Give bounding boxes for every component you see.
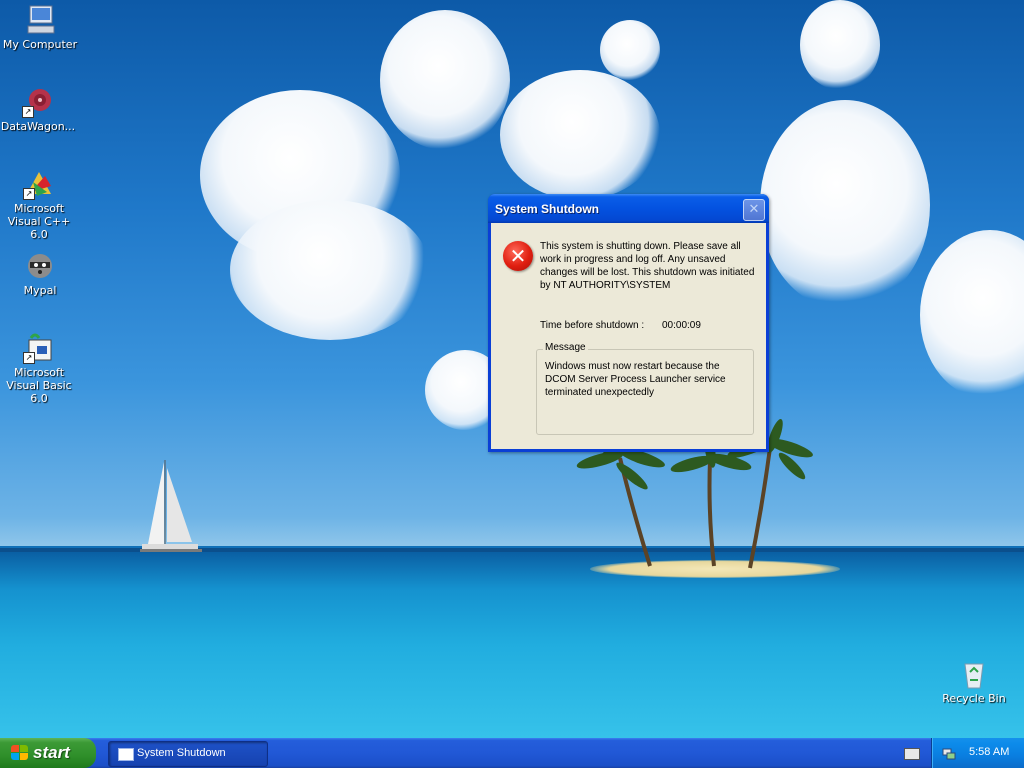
desktop-icon-label: Mypal bbox=[23, 284, 57, 297]
visual-cpp-icon: ↗ bbox=[23, 168, 55, 200]
my-computer-icon bbox=[24, 4, 56, 36]
desktop-icon-label: Recycle Bin bbox=[942, 692, 1006, 705]
wallpaper-cloud bbox=[600, 20, 660, 80]
desktop-icon-label: Microsoft Visual Basic 6.0 bbox=[6, 366, 72, 405]
sailboat-image bbox=[140, 460, 202, 552]
desktop-icon-recycle-bin[interactable]: Recycle Bin bbox=[934, 658, 1014, 705]
groupbox-message: Windows must now restart because the DCO… bbox=[545, 361, 726, 398]
desktop-icon-visual-basic[interactable]: ↗ Microsoft Visual Basic 6.0 bbox=[0, 332, 80, 405]
visual-basic-icon: ↗ bbox=[23, 332, 55, 364]
desktop-icon-visual-cpp[interactable]: ↗ Microsoft Visual C++ 6.0 bbox=[0, 168, 80, 241]
dialog-title: System Shutdown bbox=[495, 202, 600, 216]
close-icon: ✕ bbox=[748, 202, 760, 217]
keyboard-icon[interactable] bbox=[904, 748, 920, 760]
clock[interactable]: 5:58 AM bbox=[969, 746, 1009, 758]
wallpaper-cloud bbox=[380, 10, 510, 150]
mypal-raccoon-icon bbox=[24, 250, 56, 282]
desktop-icon-mypal[interactable]: Mypal bbox=[0, 250, 80, 297]
desktop-icon-label: Microsoft Visual C++ 6.0 bbox=[7, 202, 71, 241]
shortcut-arrow-icon: ↗ bbox=[23, 188, 35, 200]
system-tray: 5:58 AM bbox=[931, 738, 1024, 768]
dialog-body: ✕ This system is shutting down. Please s… bbox=[491, 223, 766, 449]
windows-logo-icon bbox=[11, 745, 29, 761]
shortcut-arrow-icon: ↗ bbox=[22, 106, 34, 118]
timer-value: 00:00:09 bbox=[662, 320, 701, 331]
recycle-bin-icon bbox=[958, 658, 990, 690]
message-groupbox: Message Windows must now restart because… bbox=[536, 342, 754, 435]
wallpaper-cloud bbox=[800, 0, 880, 90]
taskbar-button-label: System Shutdown bbox=[137, 747, 226, 759]
dialog-titlebar[interactable]: System Shutdown ✕ bbox=[488, 194, 769, 223]
wallpaper-cloud bbox=[230, 200, 430, 340]
desktop-icon-label: DataWagon... bbox=[0, 120, 76, 133]
desktop-icon-my-computer[interactable]: My Computer bbox=[0, 4, 80, 51]
error-icon: ✕ bbox=[503, 241, 533, 271]
datawagon-icon: ↗ bbox=[22, 86, 54, 118]
shutdown-message: This system is shutting down. Please sav… bbox=[540, 241, 755, 291]
wallpaper-sea bbox=[0, 552, 1024, 738]
wallpaper-cloud bbox=[920, 230, 1024, 400]
close-button[interactable]: ✕ bbox=[743, 199, 765, 221]
start-label: start bbox=[33, 743, 70, 762]
wallpaper-cloud bbox=[760, 100, 930, 310]
network-icon[interactable] bbox=[942, 746, 956, 760]
wallpaper-cloud bbox=[500, 70, 660, 200]
desktop-icon-label: My Computer bbox=[2, 38, 78, 51]
groupbox-label: Message bbox=[543, 342, 588, 353]
timer-label: Time before shutdown : bbox=[540, 320, 645, 331]
window-icon bbox=[118, 748, 134, 761]
taskbar-button-system-shutdown[interactable]: System Shutdown bbox=[108, 741, 268, 767]
taskbar: start System Shutdown 5:58 AM bbox=[0, 738, 1024, 768]
shortcut-arrow-icon: ↗ bbox=[23, 352, 35, 364]
system-shutdown-dialog: System Shutdown ✕ ✕ This system is shutt… bbox=[488, 194, 769, 452]
start-button[interactable]: start bbox=[0, 738, 96, 768]
desktop-icon-datawagon[interactable]: ↗ DataWagon... bbox=[0, 86, 78, 133]
